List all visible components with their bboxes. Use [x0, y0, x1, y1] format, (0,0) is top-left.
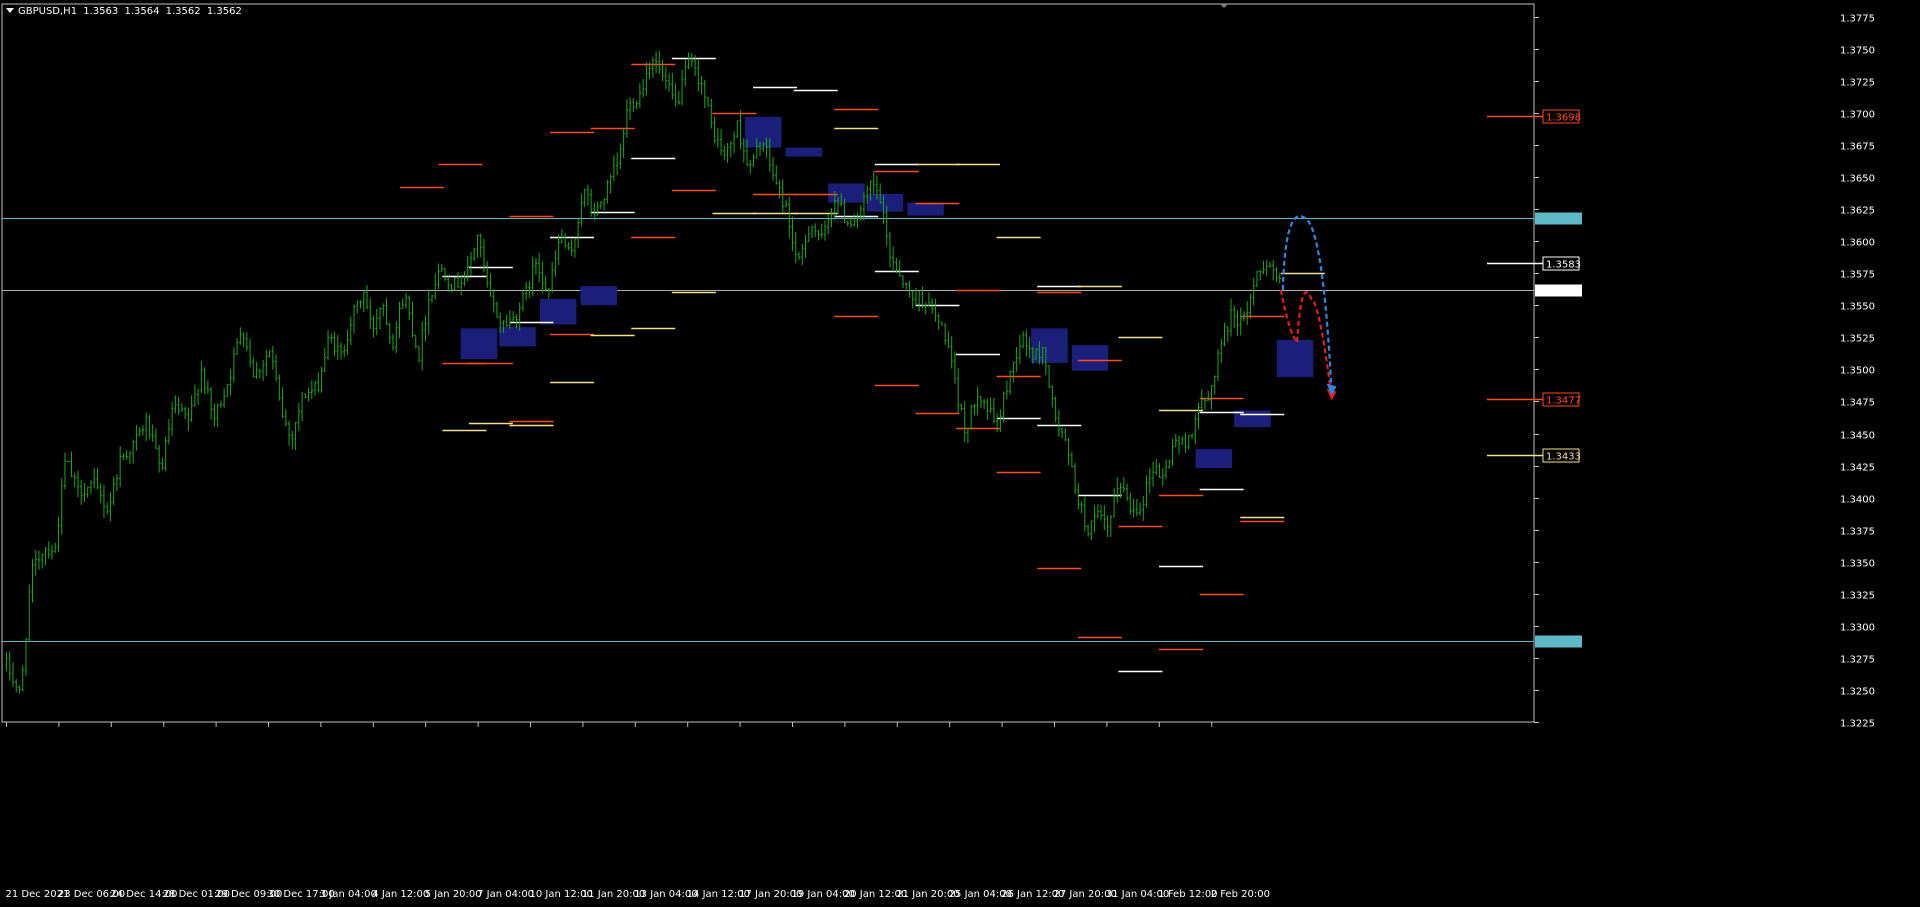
y-tick-label: 1.3475 — [1840, 398, 1875, 409]
price-chart[interactable]: 1.36981.35831.34771.3433 1.37751.37501.3… — [0, 0, 1920, 907]
level-label-3: 1.3433 — [1546, 452, 1581, 463]
y-tick-label: 1.3675 — [1840, 142, 1875, 153]
price-tag-1 — [1535, 635, 1582, 648]
price-tag-label-0: 1.3618 — [1843, 215, 1878, 226]
y-tick-label: 1.3300 — [1840, 623, 1875, 634]
zone-8 — [907, 202, 944, 216]
y-tick-label: 1.3325 — [1840, 591, 1875, 602]
y-tick-label: 1.3400 — [1840, 495, 1875, 506]
zone-1 — [499, 327, 536, 347]
y-tick-label: 1.3725 — [1840, 78, 1875, 89]
price-tag-label-1: 1.3288 — [1843, 638, 1878, 649]
price-tag-2 — [1535, 284, 1582, 297]
y-tick-label: 1.3600 — [1840, 238, 1875, 249]
x-tick-label: 5 Jan 20:00 — [425, 889, 482, 900]
shift-marker-icon[interactable] — [1220, 4, 1228, 8]
y-tick-label: 1.3450 — [1840, 431, 1875, 442]
y-tick-label: 1.3250 — [1840, 687, 1875, 698]
horizontal-lines[interactable] — [2, 218, 1534, 642]
supply-demand-zones — [460, 116, 1314, 469]
price-axis[interactable]: 1.3775 1.3750 1.3725 1.3700 1.3675 1.3650 1.36… — [1534, 14, 1878, 730]
y-tick-label: 1.3700 — [1840, 110, 1875, 121]
y-tick-label: 1.3650 — [1840, 174, 1875, 185]
zone-2 — [539, 298, 577, 325]
zone-7 — [866, 193, 904, 212]
zone-0 — [460, 328, 498, 360]
candles — [5, 50, 1285, 694]
ohlc-open: 1.3563 — [83, 6, 119, 17]
ohlc-close: 1.3562 — [206, 6, 242, 17]
level-label-2: 1.3477 — [1546, 396, 1581, 407]
x-tick-label: 4 Jan 12:00 — [372, 889, 429, 900]
zone-13 — [1276, 339, 1314, 378]
zone-6 — [828, 183, 865, 203]
y-tick-label: 1.3550 — [1840, 302, 1875, 313]
ohlc-low: 1.3562 — [165, 6, 201, 17]
zone-3 — [580, 286, 618, 306]
zone-11 — [1195, 448, 1233, 469]
y-tick-label: 1.3275 — [1840, 655, 1875, 666]
price-tag-label-2: 1.3562 — [1843, 287, 1878, 298]
level-label-0: 1.3698 — [1546, 113, 1581, 124]
y-tick-label: 1.3500 — [1840, 366, 1875, 377]
symbol-info-bar: GBPUSD,H1 1.3563 1.3564 1.3562 1.3562 — [6, 6, 245, 18]
y-tick-label: 1.3775 — [1840, 14, 1875, 25]
chart-window[interactable]: 1.3698 1.3583 1.3477 1.3433 1.3775 1.3750 1.3… — [0, 0, 1920, 907]
zone-9 — [1031, 328, 1068, 363]
symbol-label: GBPUSD,H1 — [18, 6, 78, 17]
collapse-triangle-icon[interactable] — [6, 8, 14, 13]
y-tick-label: 1.3575 — [1840, 270, 1875, 281]
y-tick-label: 1.3525 — [1840, 334, 1875, 345]
x-tick-label: 3 Jan 04:00 — [320, 889, 377, 900]
y-tick-label: 1.3350 — [1840, 559, 1875, 570]
ohlc-high: 1.3564 — [124, 6, 160, 17]
level-segments — [399, 57, 1325, 673]
time-axis[interactable]: 21 Dec 202123 Dec 06:0024 Dec 14:0028 De… — [6, 722, 1270, 900]
level-label-1: 1.3583 — [1546, 260, 1581, 271]
y-tick-label: 1.3750 — [1840, 46, 1875, 57]
zone-10 — [1071, 345, 1109, 371]
y-tick-label: 1.3425 — [1840, 463, 1875, 474]
x-tick-label: 2 Feb 20:00 — [1211, 889, 1270, 900]
y-tick-label: 1.3225 — [1840, 719, 1875, 730]
price-tag-0 — [1535, 212, 1582, 225]
x-tick-label: 1 Feb 12:00 — [1158, 889, 1217, 900]
zone-5 — [785, 147, 823, 157]
y-tick-label: 1.3375 — [1840, 527, 1875, 538]
x-tick-label: 7 Jan 04:00 — [477, 889, 534, 900]
